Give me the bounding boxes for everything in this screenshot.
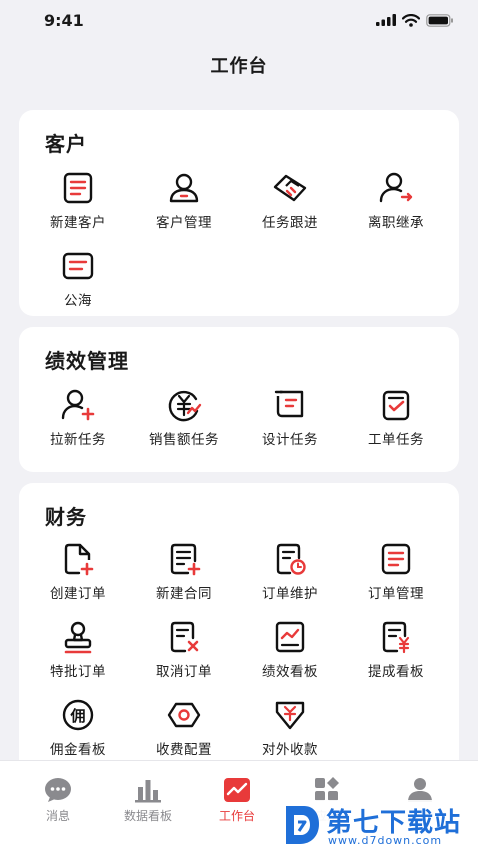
grid-item-sales-task[interactable]: 销售额任务 [131,387,237,448]
grid-item-label: 绩效看板 [262,664,318,680]
scroll-icon [274,390,304,418]
signal-icon [376,14,396,26]
handshake-icon [273,174,307,202]
grid-item-label: 佣金看板 [50,742,106,758]
grid-item-fee-config[interactable]: 收费配置 [131,697,237,758]
grid-item-label: 对外收款 [262,742,318,758]
page-title: 工作台 [210,56,268,77]
user-leave-icon [379,172,413,203]
grid-item-label: 销售额任务 [149,432,219,448]
chart-board-icon [275,621,305,653]
grid-item-work-order-task[interactable]: 工单任务 [343,387,449,448]
performance-section: 绩效管理 拉新任务 销售额任务 设计任务 工单任务 [19,327,459,472]
grid-item-label: 订单管理 [368,586,424,602]
tab-workbench[interactable]: 工作台 [192,777,282,824]
grid-item-cancel-order[interactable]: 取消订单 [131,619,237,680]
grid-item-commission-fee-board[interactable]: 佣 佣金看板 [25,697,131,758]
yen-box-icon [275,701,305,730]
contract-add-icon [170,543,201,576]
grid-item-label: 任务跟进 [262,215,318,231]
grid-item-label: 收费配置 [156,742,212,758]
watermark-url: www.d7down.com [328,834,443,847]
grid-item-order-management[interactable]: 订单管理 [343,541,449,602]
grid-item-label: 公海 [64,293,92,309]
grid-item-public-pool[interactable]: 公海 [25,248,131,309]
grid-item-external-payment[interactable]: 对外收款 [237,697,343,758]
grid-item-commission-board[interactable]: 提成看板 [343,619,449,680]
ticket-icon [167,702,201,728]
file-yen-icon [382,621,410,654]
grid-item-task-follow-up[interactable]: 任务跟进 [237,170,343,231]
grid-item-label: 新建合同 [156,586,212,602]
grid-item-design-task[interactable]: 设计任务 [237,387,343,448]
status-time: 9:41 [44,10,84,30]
grid-item-label: 提成看板 [368,664,424,680]
wifi-icon [402,13,420,27]
grid-item-label: 订单维护 [262,586,318,602]
customer-section: 客户 新建客户 客户管理 任务跟进 离职继承 公海 [19,110,459,316]
section-title: 绩效管理 [45,349,129,373]
doc-lines-icon [381,543,411,575]
message-icon [45,778,71,802]
grid-item-new-customer[interactable]: 新建客户 [25,170,131,231]
bar-chart-icon [135,780,161,803]
grid-item-label: 客户管理 [156,215,212,231]
doc-lines-icon [62,252,94,280]
doc-lines-icon [63,172,93,204]
workbench-icon [224,778,250,802]
grid-item-label: 离职继承 [368,215,424,231]
svg-text:佣: 佣 [69,707,85,725]
file-cancel-icon [170,621,199,653]
grid-item-label: 创建订单 [50,586,106,602]
grid-item-order-maintenance[interactable]: 订单维护 [237,541,343,602]
file-add-icon [64,543,94,576]
tab-messages[interactable]: 消息 [13,777,103,824]
checklist-icon [382,390,410,421]
finance-section: 财务 创建订单 新建合同 订单维护 订单管理 特批订单 取消订单 绩效看板 提成… [19,483,459,783]
section-title: 财务 [45,505,87,529]
grid-item-new-contract[interactable]: 新建合同 [131,541,237,602]
section-title: 客户 [45,132,87,156]
tab-label: 消息 [45,809,70,823]
grid-item-label: 设计任务 [262,432,318,448]
grid-item-resignation-inherit[interactable]: 离职继承 [343,170,449,231]
grid-item-acquisition-task[interactable]: 拉新任务 [25,387,131,448]
file-clock-icon [276,543,306,575]
stamp-icon [64,621,92,654]
tab-label: 数据看板 [123,809,172,823]
yen-circle-icon [168,390,202,422]
tab-label: 工作台 [218,809,255,823]
grid-item-special-order[interactable]: 特批订单 [25,619,131,680]
watermark: 第七下载站 www.d7down.com [282,800,472,850]
grid-item-label: 新建客户 [50,215,106,231]
tab-data-board[interactable]: 数据看板 [103,777,193,824]
grid-item-performance-board[interactable]: 绩效看板 [237,619,343,680]
user-add-icon [61,389,95,421]
status-icons [376,13,454,27]
battery-icon [426,13,453,27]
user-icon [169,173,199,203]
grid-item-label: 特批订单 [50,664,106,680]
status-bar: 9:41 [0,0,478,40]
commission-icon: 佣 [62,699,94,731]
watermark-logo-icon [286,806,319,844]
grid-item-customer-management[interactable]: 客户管理 [131,170,237,231]
grid-item-label: 拉新任务 [50,432,106,448]
grid-item-label: 工单任务 [368,432,424,448]
grid-item-label: 取消订单 [156,664,212,680]
grid-item-create-order[interactable]: 创建订单 [25,541,131,602]
